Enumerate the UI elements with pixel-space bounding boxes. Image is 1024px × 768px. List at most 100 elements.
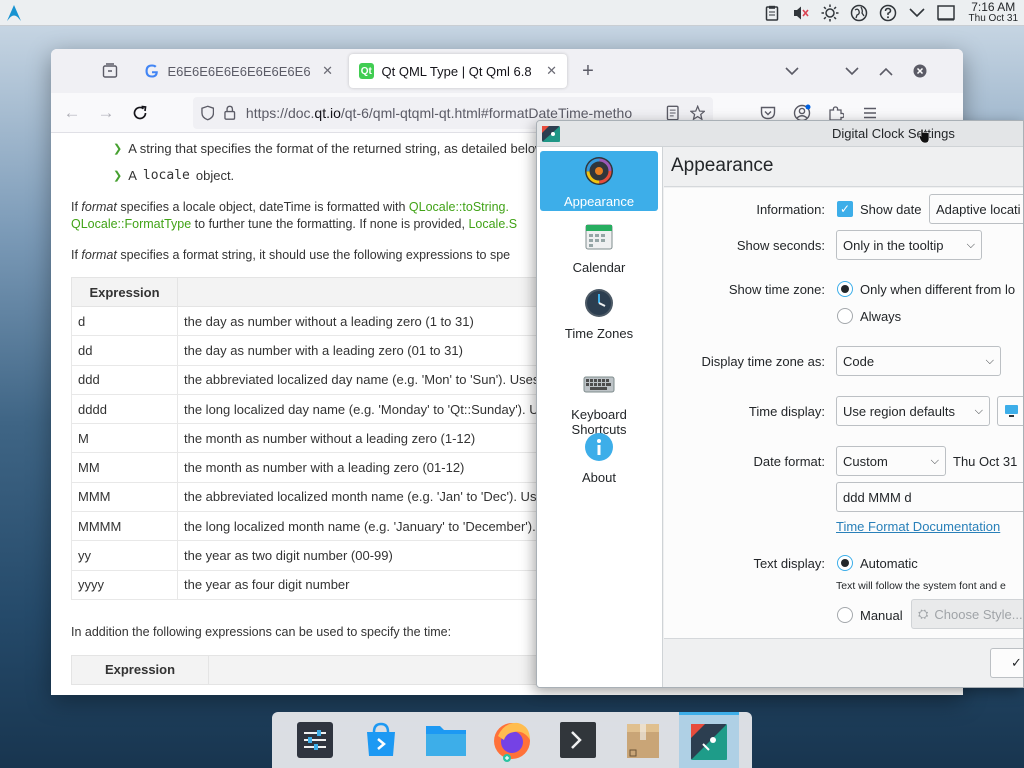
time-display-value: Use region defaults (843, 403, 956, 419)
choose-style-button[interactable]: ⛭ Choose Style... (911, 599, 1023, 629)
tab-groups-button[interactable] (93, 54, 127, 88)
monitor-settings-icon (1005, 405, 1018, 417)
page-title: Appearance (664, 147, 1023, 187)
text-option-manual[interactable]: Manual (837, 607, 903, 623)
dialog-titlebar[interactable]: Digital Clock Settings (537, 121, 1023, 147)
emphasis: format (81, 200, 117, 214)
dialog-title: Digital Clock Settings (832, 126, 955, 141)
display-tz-combo[interactable]: Code ⌵ (836, 346, 1001, 376)
clock-date: Thu Oct 31 (968, 12, 1018, 24)
sidebar-item-keyboard-shortcuts[interactable]: Keyboard Shortcuts (540, 349, 658, 437)
display-tz-value: Code (843, 353, 875, 369)
expand-icon[interactable] (907, 3, 927, 23)
chevron-down-icon: ⌵ (966, 238, 975, 251)
close-window-button[interactable] (903, 54, 937, 88)
reader-view-icon[interactable] (666, 105, 679, 121)
radio-checked-icon (837, 555, 853, 571)
tz-option-always[interactable]: Always (837, 308, 901, 324)
sidebar-item-calendar[interactable]: Calendar (540, 217, 658, 277)
time-format-doc-link[interactable]: Time Format Documentation (836, 519, 1000, 534)
pocket-icon (760, 106, 776, 119)
link[interactable]: Locale.S (468, 217, 517, 231)
lock-icon[interactable] (224, 105, 236, 120)
link[interactable]: QLocale::toString. (409, 200, 509, 214)
sidebar-item-time-zones[interactable]: Time Zones (540, 283, 658, 343)
arch-logo-icon (7, 4, 21, 21)
about-icon (585, 433, 613, 461)
text-display-label: Text display: (753, 556, 825, 571)
sidebar-item-about[interactable]: About (540, 427, 658, 487)
time-display-label: Time display: (748, 404, 825, 419)
link[interactable]: QLocale::FormatType (71, 217, 191, 231)
list-all-tabs-button[interactable] (775, 54, 809, 88)
text-option-automatic[interactable]: Automatic (837, 555, 918, 571)
text: to further tune the formatting. If none … (191, 217, 469, 231)
taskbar-digital-clock-settings[interactable] (679, 712, 740, 768)
digital-clock[interactable]: 7:16 AM Thu Oct 31 (965, 0, 1018, 24)
time-format-table: Expression (71, 654, 551, 685)
help-icon[interactable] (878, 3, 898, 23)
time-display-combo[interactable]: Use region defaults ⌵ (836, 396, 990, 426)
taskbar-konsole[interactable] (548, 712, 608, 768)
chevron-down-icon (785, 66, 799, 75)
date-mode-combo[interactable]: Adaptive locati (929, 194, 1023, 224)
top-panel: 7:16 AM Thu Oct 31 (0, 0, 1024, 26)
sidebar-item-appearance[interactable]: Appearance (540, 151, 658, 211)
taskbar-discover[interactable] (351, 712, 411, 768)
table-cell: yy (71, 540, 178, 571)
network-icon[interactable] (849, 3, 869, 23)
arrow-left-icon: ← (63, 102, 81, 122)
mouse-cursor-icon (918, 128, 930, 144)
sidebar-item-label: Time Zones (564, 326, 634, 341)
new-tab-button[interactable]: + (571, 54, 605, 88)
ark-icon (627, 724, 660, 758)
forward-button[interactable]: → (91, 98, 121, 128)
ok-button[interactable]: ✓ (990, 648, 1023, 678)
clipboard-icon[interactable] (762, 3, 782, 23)
column-header: Expression (71, 654, 209, 685)
tab-close-icon[interactable]: ✕ (322, 63, 333, 79)
column-header (177, 277, 551, 307)
table-cell: dddd (71, 393, 178, 425)
taskbar-firefox[interactable] (482, 712, 542, 768)
region-settings-button[interactable] (997, 396, 1023, 426)
table-cell: M (71, 423, 178, 454)
appearance-form: Information: ✓ Show date Adaptive locati… (664, 188, 1023, 638)
table-row: MMMM the long localized month name (e.g. … (71, 511, 551, 542)
back-button[interactable]: ← (57, 98, 87, 128)
clock-time: 7:16 AM (971, 0, 1016, 14)
tab-close-icon[interactable]: ✕ (546, 63, 557, 79)
brightness-icon[interactable] (820, 3, 840, 23)
radio-unchecked-icon (837, 607, 853, 623)
taskbar-system-settings[interactable] (285, 712, 345, 768)
show-desktop-icon[interactable] (936, 3, 956, 23)
url-text[interactable]: https://doc.qt.io/qt-6/qml-qtqml-qt.html… (246, 105, 656, 121)
table-row: dd the day as number with a leading zero … (71, 335, 551, 366)
display-tz-label: Display time zone as: (701, 354, 825, 369)
table-row: Mthe month as number without a leading z… (71, 423, 551, 454)
bookmark-star-icon[interactable] (689, 104, 705, 121)
reload-button[interactable] (125, 98, 155, 128)
arrow-right-icon: → (97, 102, 115, 122)
show-seconds-combo[interactable]: Only in the tooltip ⌵ (836, 230, 982, 260)
date-format-combo[interactable]: Custom ⌵ (836, 446, 946, 476)
taskbar-file-manager[interactable] (416, 712, 476, 768)
shield-icon[interactable] (201, 105, 215, 121)
text: specifies a locale object, dateTime is f… (116, 200, 409, 214)
discover-icon (366, 722, 395, 756)
text-display-hint: Text will follow the system font and e (836, 580, 1006, 592)
tz-option-different[interactable]: Only when different from lo (837, 281, 1015, 297)
table-header-row: Expression (71, 277, 551, 307)
show-date-checkbox[interactable]: ✓ Show date (837, 201, 921, 217)
custom-date-format-input[interactable]: ddd MMM d (836, 482, 1023, 512)
table-cell: the day as number without a leading zero… (177, 305, 551, 337)
taskbar-ark[interactable] (613, 712, 673, 768)
table-cell: the abbreviated localized day name (e.g.… (177, 364, 551, 395)
maximize-button[interactable] (869, 54, 903, 88)
tab-qt-qml[interactable]: Qt Qt QML Type | Qt Qml 6.8 ✕ (349, 54, 567, 88)
volume-muted-icon[interactable] (791, 3, 811, 23)
minimize-button[interactable] (835, 54, 869, 88)
tab-google[interactable]: E6E6E6E6E6E6E6E6E6E6E6E6 ✕ (135, 54, 343, 88)
bullet-text: object. (195, 168, 235, 183)
app-launcher-button[interactable] (0, 0, 28, 26)
